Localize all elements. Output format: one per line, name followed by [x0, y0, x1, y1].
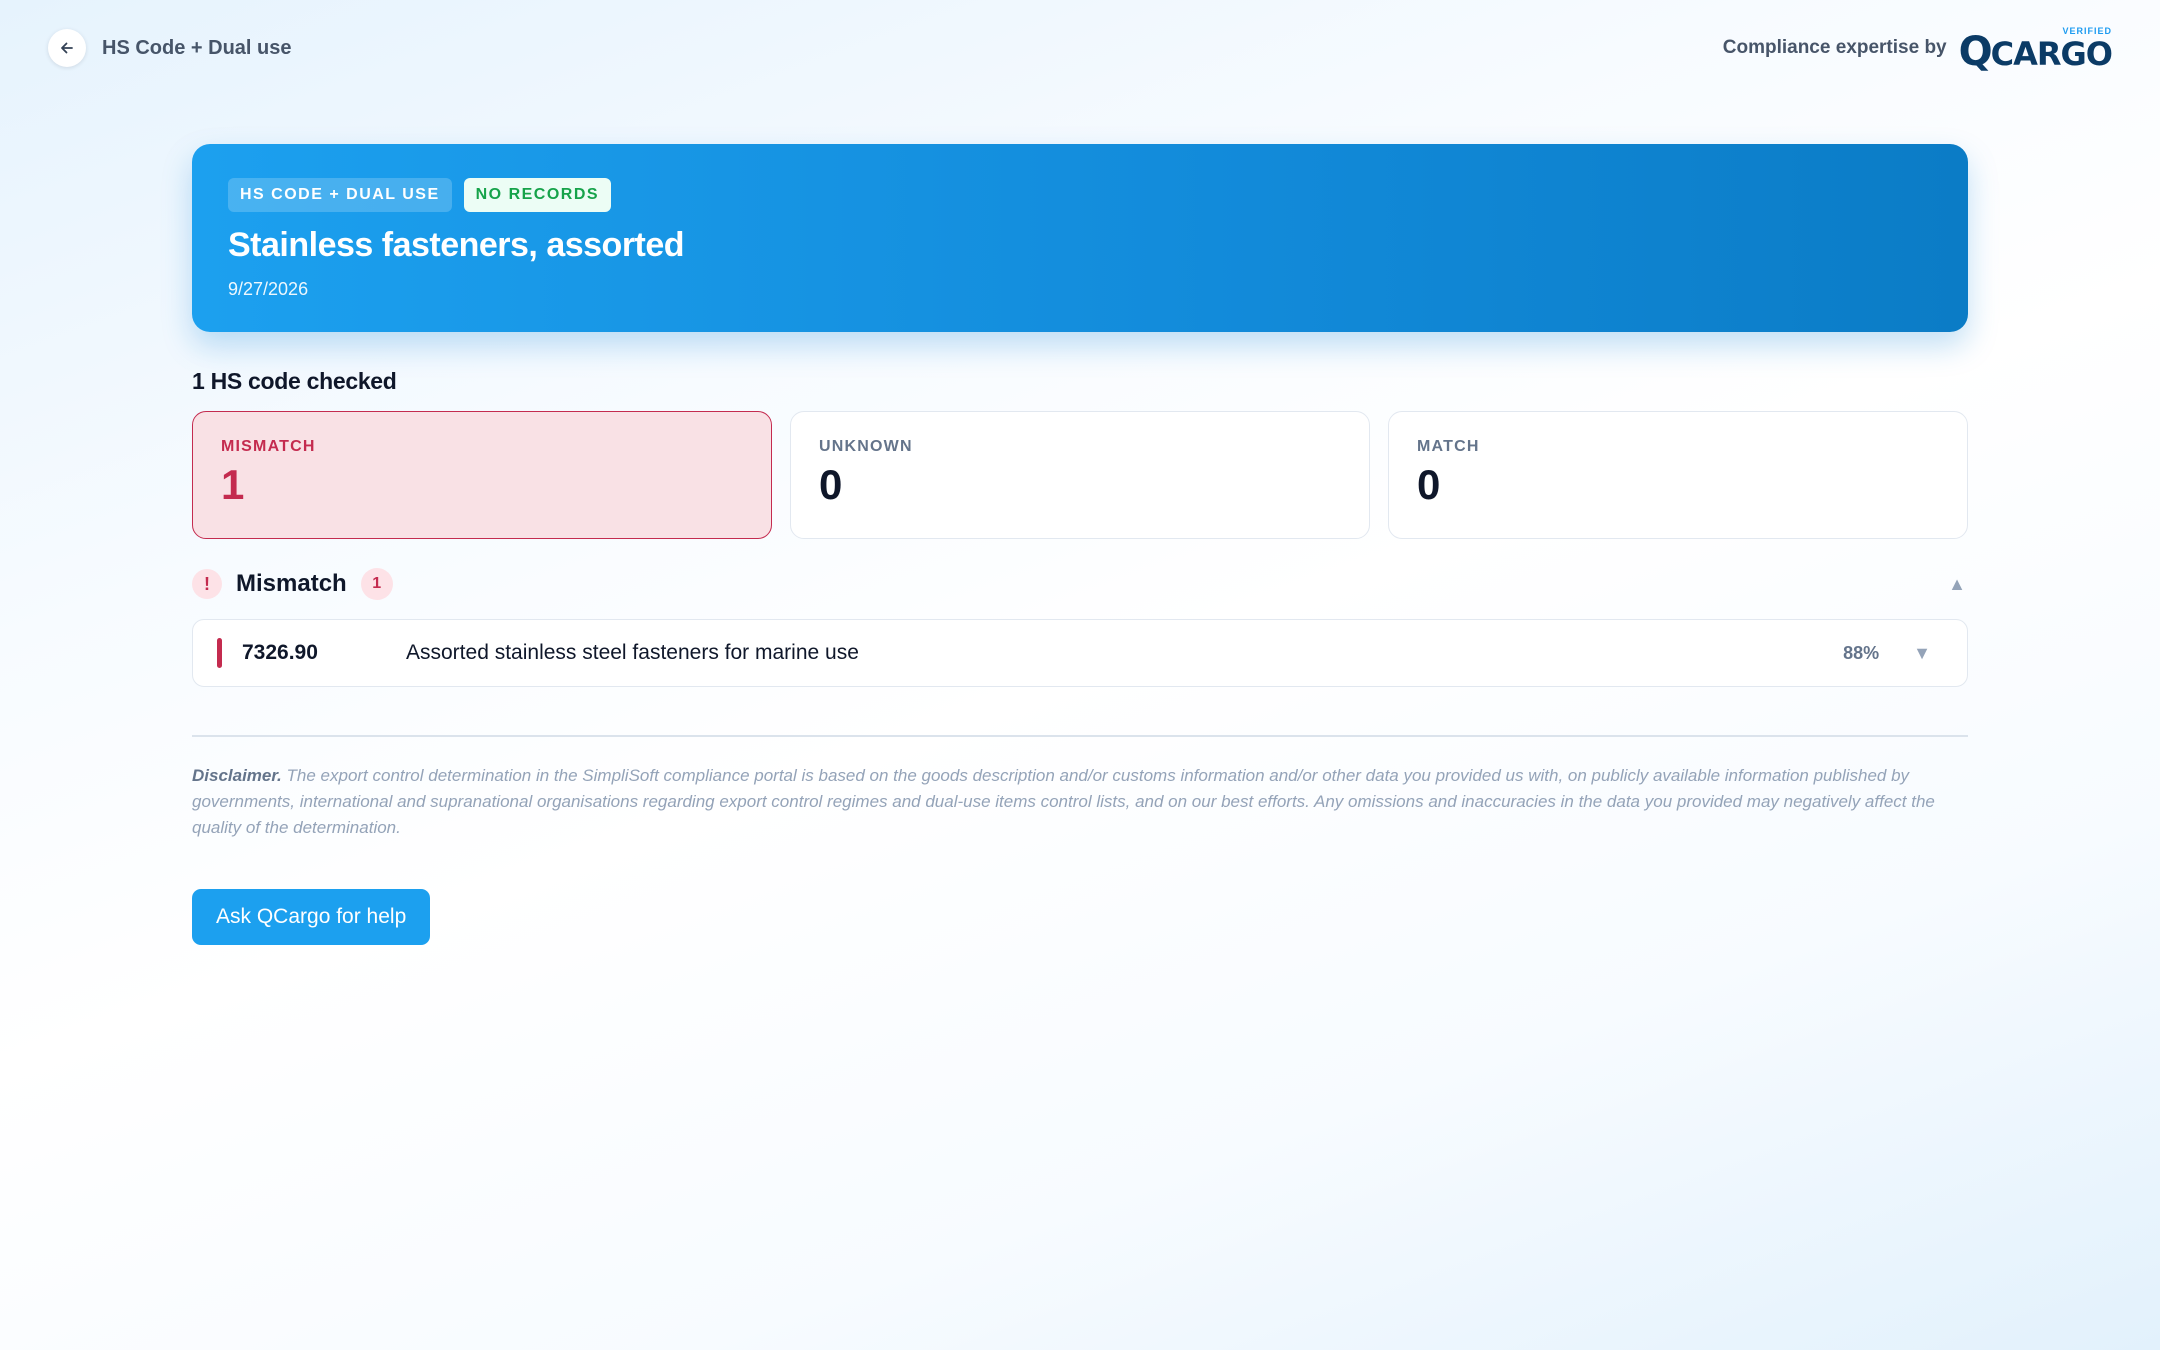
hs-code: 7326.90	[242, 641, 318, 664]
logo-q: Q	[1958, 29, 1993, 75]
stat-label: UNKNOWN	[819, 438, 913, 455]
divider	[192, 735, 1968, 737]
summary-heading: 1 HS code checked	[192, 368, 397, 394]
alert-icon: !	[192, 569, 222, 599]
status-badge: NO RECORDS	[463, 178, 612, 212]
hs-code-row[interactable]: 7326.90 Assorted stainless steel fastene…	[192, 619, 1968, 687]
stat-card-unknown[interactable]: UNKNOWN 0	[790, 411, 1370, 539]
stat-card-mismatch[interactable]: MISMATCH 1	[192, 411, 772, 539]
header-left: HS Code + Dual use	[48, 29, 292, 67]
chevron-down-icon[interactable]: ▼	[1913, 643, 1931, 664]
confidence-score: 88%	[1843, 642, 1880, 663]
summary-stats: MISMATCH 1 UNKNOWN 0 MATCH 0	[192, 411, 1968, 539]
stat-label: MATCH	[1417, 438, 1480, 455]
section-title-group: ! Mismatch 1	[192, 568, 393, 600]
page-title: HS Code + Dual use	[102, 36, 292, 59]
expertise-label: Compliance expertise by	[1722, 37, 1947, 58]
stat-value: 0	[1417, 461, 1441, 508]
top-bar: HS Code + Dual use Compliance expertise …	[0, 0, 2160, 96]
item-description: Assorted stainless steel fasteners for m…	[406, 641, 859, 664]
type-badge: HS CODE + DUAL USE	[228, 178, 452, 212]
hero-card: HS CODE + DUAL USE NO RECORDS Stainless …	[192, 144, 1968, 332]
stat-value: 1	[221, 461, 245, 508]
disclaimer-text: The export control determination in the …	[192, 765, 1935, 837]
disclaimer: Disclaimer. The export control determina…	[192, 763, 1968, 841]
disclaimer-label: Disclaimer.	[192, 765, 282, 785]
stat-card-match[interactable]: MATCH 0	[1388, 411, 1968, 539]
back-button[interactable]	[48, 29, 86, 67]
status-indicator	[217, 638, 222, 668]
product-title: Stainless fasteners, assorted	[228, 226, 685, 264]
header-right: Compliance expertise by Q CARGO VERIFIED	[1722, 24, 2113, 75]
count-badge: 1	[360, 568, 393, 600]
stat-value: 0	[819, 461, 843, 508]
section-title: Mismatch	[236, 570, 347, 597]
qcargo-logo: Q CARGO VERIFIED	[1958, 24, 2113, 75]
logo-verified: VERIFIED	[2062, 26, 2112, 36]
logo-cargo: CARGO	[1990, 35, 2113, 73]
stat-label: MISMATCH	[221, 438, 316, 455]
chevron-up-icon[interactable]: ▲	[1948, 574, 1966, 595]
arrow-left-icon	[61, 42, 73, 54]
ask-help-button[interactable]: Ask QCargo for help	[192, 888, 431, 945]
mismatch-section-header[interactable]: ! Mismatch 1 ▲	[192, 567, 1968, 601]
check-date: 9/27/2026	[228, 279, 309, 299]
hero-badges: HS CODE + DUAL USE NO RECORDS	[228, 178, 1932, 212]
main-content: HS CODE + DUAL USE NO RECORDS Stainless …	[192, 144, 1968, 945]
